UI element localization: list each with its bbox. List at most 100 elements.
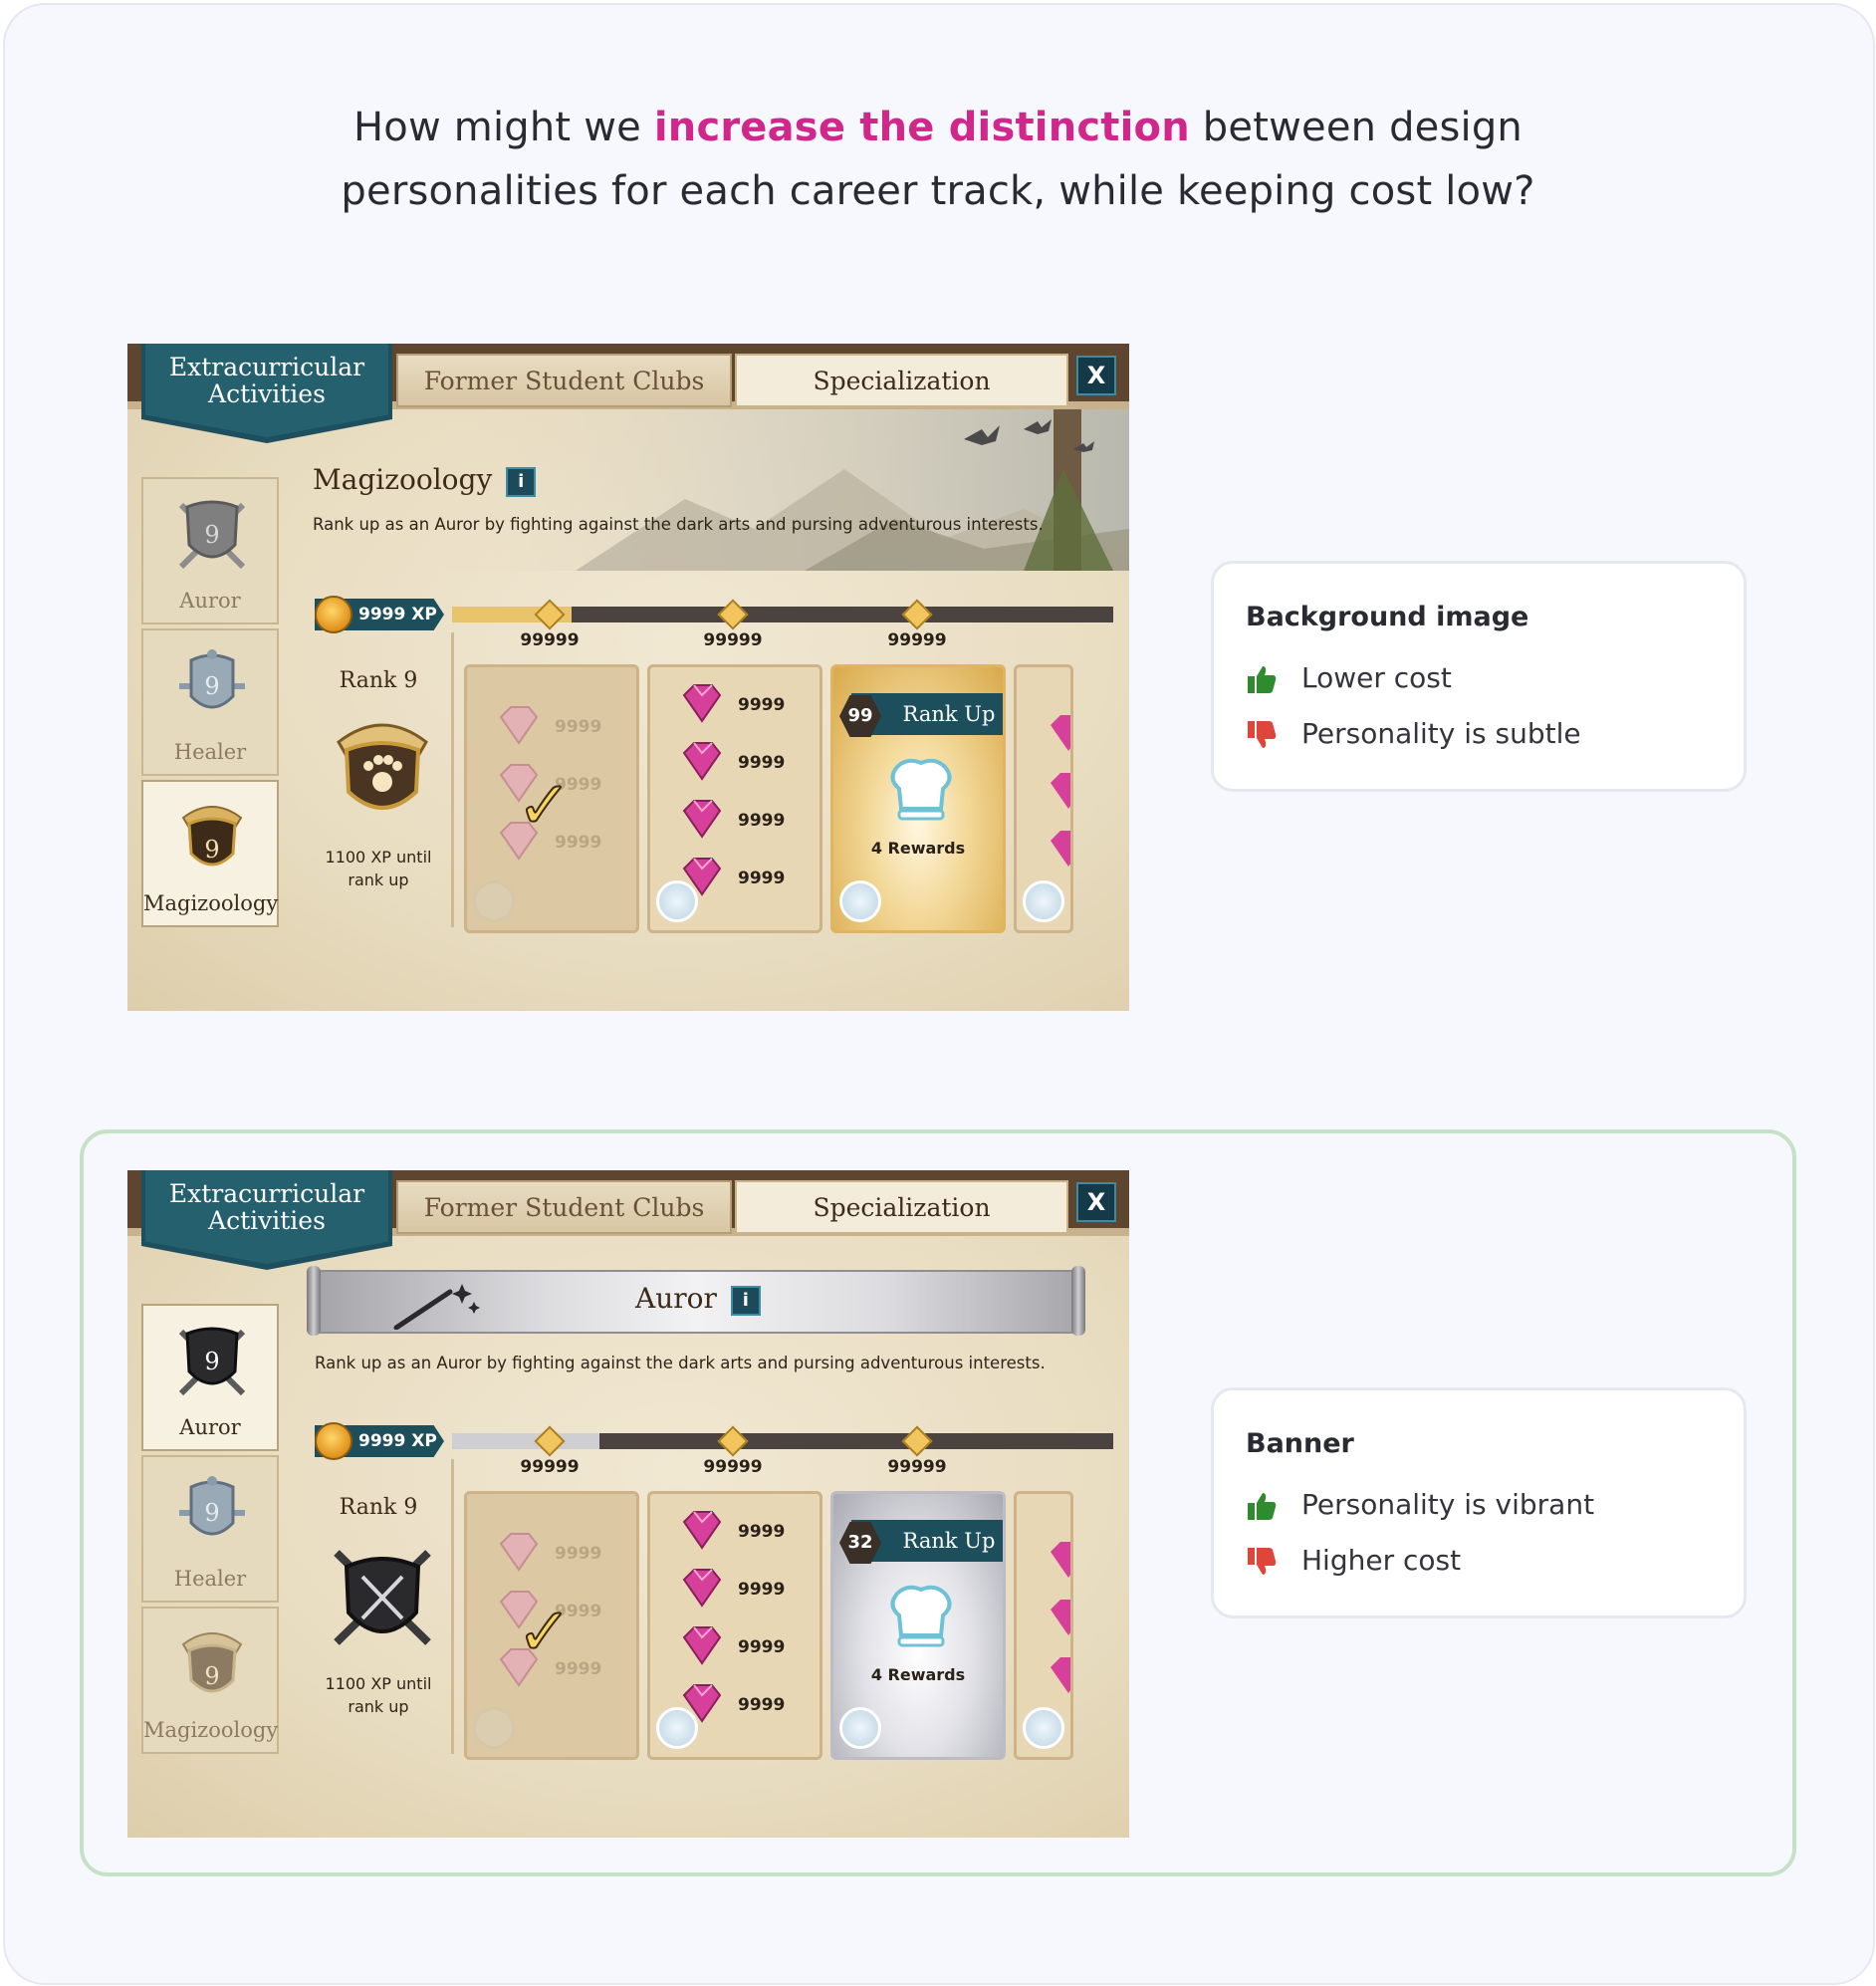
svg-text:9: 9	[204, 521, 219, 549]
info-icon[interactable]: i	[730, 1285, 761, 1316]
reward-card[interactable]: 9999 9999 9999 9999	[647, 1491, 822, 1760]
sidebar-item-auror[interactable]: 9 Auror	[141, 477, 279, 624]
rank-label: Rank 9	[339, 668, 418, 693]
reward-card-rank-up[interactable]: Rank Up 99 4 Rewards	[830, 664, 1006, 933]
sidebar-item-magizoology[interactable]: 9 Magizoology	[141, 1607, 279, 1754]
milestone-node	[534, 1425, 566, 1457]
milestone-node	[717, 599, 749, 630]
sidebar-item-label: Magizoology	[143, 891, 279, 915]
thumbs-up-icon	[1248, 666, 1277, 693]
reward-row: 9999	[680, 1566, 820, 1612]
option-card-background-image: Background image Lower cost Personality …	[1211, 561, 1747, 792]
close-icon: X	[1086, 1188, 1106, 1216]
magizoology-crest-icon: 9	[181, 1632, 243, 1693]
gem-icon	[682, 684, 722, 723]
tab-former-label: Former Student Clubs	[423, 366, 705, 395]
xp-icon	[315, 1422, 352, 1460]
healer-crest-icon: 9	[179, 649, 245, 709]
banner-scroll-end	[1071, 1266, 1085, 1336]
thumbs-down-icon	[1248, 721, 1277, 748]
xp-icon	[315, 596, 352, 633]
milestone-node	[901, 599, 933, 630]
headline-text-1: How might we	[353, 105, 654, 150]
sidebar-item-magizoology[interactable]: 9 Magizoology	[141, 780, 279, 927]
tab-specialization[interactable]: Specialization	[735, 354, 1068, 407]
headline: How might we increase the distinction be…	[0, 96, 1876, 223]
gem-icon	[1051, 715, 1070, 867]
thumbs-up-icon	[1248, 1493, 1277, 1520]
track-description: Rank up as an Auror by fighting against …	[313, 515, 1044, 534]
sidebar-item-healer[interactable]: 9 Healer	[141, 1455, 279, 1603]
chef-hat-icon	[890, 1585, 952, 1647]
gem-icon	[499, 706, 539, 745]
reward-row: 9999	[680, 855, 820, 900]
tab-specialization-label: Specialization	[813, 366, 991, 395]
tab-specialization[interactable]: Specialization	[735, 1180, 1068, 1234]
section-title: Magizoology i	[313, 463, 537, 497]
reward-card-claimed[interactable]: 9999 9999 9999 ✓	[464, 1491, 639, 1760]
sidebar-item-label: Healer	[173, 1567, 247, 1591]
reward-card-partial[interactable]	[1014, 664, 1073, 933]
chef-hat-icon	[890, 758, 952, 821]
divider	[451, 632, 454, 927]
svg-text:9: 9	[204, 1662, 219, 1690]
gem-icon	[1051, 1542, 1070, 1693]
reward-card-claimed[interactable]: 9999 9999 9999 ✓	[464, 664, 639, 933]
claim-circle[interactable]	[473, 880, 515, 922]
close-button[interactable]: X	[1076, 356, 1116, 395]
xp-until-rank-up: 1100 XP until rank up	[325, 1674, 432, 1716]
ribbon-title: Extracurricular Activities	[168, 1179, 365, 1235]
tab-former-label: Former Student Clubs	[423, 1192, 705, 1222]
tab-former-student-clubs[interactable]: Former Student Clubs	[396, 1180, 732, 1234]
sidebar-item-label: Healer	[173, 740, 247, 764]
reward-row: 9999	[680, 739, 820, 785]
svg-text:9: 9	[204, 836, 219, 864]
banner-scroll-end	[307, 1266, 321, 1336]
gem-icon	[682, 1511, 722, 1550]
headline-line-2: personalities for each career track, whi…	[341, 168, 1535, 214]
track-description: Rank up as an Auror by fighting against …	[315, 1354, 1046, 1372]
tab-specialization-label: Specialization	[813, 1192, 991, 1222]
milestone-node	[534, 599, 566, 630]
claim-circle[interactable]	[473, 1707, 515, 1749]
reward-card[interactable]: 9999 9999 9999 9999	[647, 664, 822, 933]
reward-row: 9999	[680, 1681, 820, 1727]
gem-icon	[682, 1569, 722, 1608]
claim-circle[interactable]	[1023, 1707, 1064, 1749]
healer-crest-icon: 9	[179, 1476, 245, 1536]
section-title: Auror i	[635, 1282, 761, 1316]
claim-circle[interactable]	[1023, 880, 1064, 922]
option-title: Background image	[1246, 602, 1529, 632]
close-button[interactable]: X	[1076, 1182, 1116, 1222]
checkmark-icon: ✓	[516, 766, 573, 845]
gem-icon	[682, 1626, 722, 1665]
headline-text-2: between design	[1189, 105, 1523, 150]
reward-row: 9999	[680, 681, 820, 727]
milestone-label: 99999	[520, 1457, 580, 1477]
claim-circle[interactable]	[656, 880, 698, 922]
sidebar-item-label: Auror	[179, 589, 241, 613]
reward-row: 9999	[680, 1508, 820, 1554]
info-icon[interactable]: i	[506, 466, 537, 497]
xp-until-rank-up: 1100 XP until rank up	[325, 848, 432, 889]
tab-former-student-clubs[interactable]: Former Student Clubs	[396, 354, 732, 407]
sidebar-item-healer[interactable]: 9 Healer	[141, 628, 279, 776]
reward-card-rank-up[interactable]: Rank Up 32 4 Rewards	[830, 1491, 1006, 1760]
headline-highlight: increase the distinction	[653, 105, 1190, 150]
sidebar-item-label: Auror	[179, 1415, 241, 1439]
sidebar-item-auror[interactable]: 9 Auror	[141, 1304, 279, 1451]
gem-icon	[682, 800, 722, 839]
option-title: Banner	[1246, 1428, 1354, 1459]
milestone-label: 99999	[887, 1457, 947, 1477]
checkmark-icon: ✓	[516, 1593, 573, 1671]
reward-row: 9999	[680, 797, 820, 843]
claim-circle[interactable]	[656, 1707, 698, 1749]
milestone-node	[901, 1425, 933, 1457]
milestone-label: 99999	[887, 630, 947, 650]
reward-card-partial[interactable]	[1014, 1491, 1073, 1760]
milestone-label: 99999	[520, 630, 580, 650]
milestone-label: 99999	[703, 1457, 763, 1477]
claim-circle[interactable]	[839, 1707, 881, 1749]
claim-circle[interactable]	[839, 880, 881, 922]
option-card-banner: Banner Personality is vibrant Higher cos…	[1211, 1387, 1747, 1618]
